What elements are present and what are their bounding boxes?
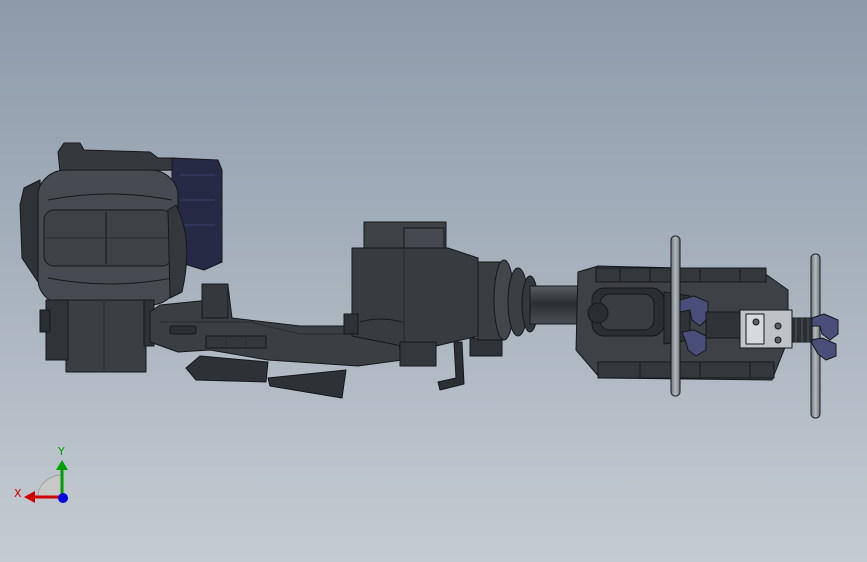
x-axis-arrow xyxy=(24,491,35,503)
cad-viewport[interactable]: Y X xyxy=(0,0,867,562)
z-axis-dot xyxy=(58,493,68,503)
y-axis-arrow xyxy=(56,460,68,470)
y-axis-label: Y xyxy=(57,445,65,458)
x-axis-label: X xyxy=(14,487,22,500)
coordinate-triad-icon: Y X xyxy=(14,445,68,503)
